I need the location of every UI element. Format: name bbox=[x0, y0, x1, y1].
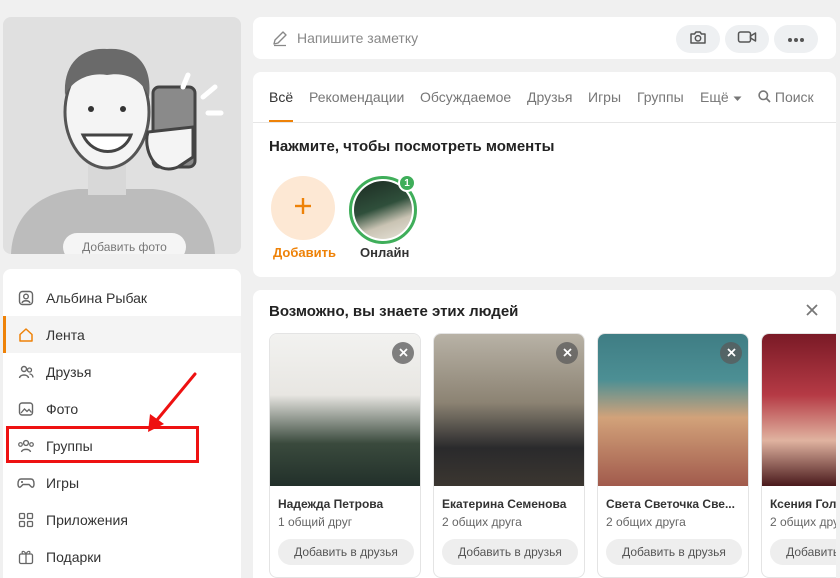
mutual-friends[interactable]: 2 общих друга bbox=[442, 515, 522, 529]
close-icon[interactable] bbox=[806, 303, 818, 321]
mutual-friends[interactable]: 2 общих друга bbox=[770, 515, 836, 529]
tab-more-label: Ещё bbox=[700, 89, 729, 105]
sidebar-item-label: Игры bbox=[46, 474, 80, 491]
tab-games[interactable]: Игры bbox=[588, 89, 621, 105]
mutual-friends[interactable]: 2 общих друга bbox=[606, 515, 686, 529]
photo-icon bbox=[17, 400, 35, 418]
sidebar-item-friends[interactable]: Друзья bbox=[3, 353, 241, 390]
sidebar-item-label: Фото bbox=[46, 400, 79, 417]
close-icon bbox=[726, 344, 736, 362]
chevron-down-icon bbox=[733, 89, 742, 105]
apps-icon bbox=[17, 511, 35, 529]
person-photo[interactable] bbox=[762, 334, 836, 486]
video-button[interactable] bbox=[725, 25, 769, 53]
camera-icon bbox=[689, 29, 707, 50]
add-friend-button[interactable]: Добавить в друзья bbox=[442, 539, 578, 565]
person-card[interactable]: Екатерина Семенова 2 общих друга Добавит… bbox=[433, 333, 585, 578]
add-photo-button[interactable]: Добавить фото bbox=[63, 233, 186, 254]
sidebar-item-label: Лента bbox=[46, 326, 85, 343]
avatar-illustration bbox=[11, 48, 224, 254]
tab-more[interactable]: Ещё bbox=[700, 89, 742, 105]
sidebar-item-gifts[interactable]: Подарки bbox=[3, 538, 241, 575]
person-name[interactable]: Света Светочка Све... bbox=[606, 497, 735, 511]
tab-friends[interactable]: Друзья bbox=[527, 89, 572, 105]
sidebar-item-label: Подарки bbox=[46, 548, 102, 565]
dismiss-button[interactable] bbox=[392, 342, 414, 364]
profile-avatar-placeholder[interactable]: Добавить фото bbox=[3, 17, 241, 254]
tab-groups[interactable]: Группы bbox=[637, 89, 684, 105]
add-moment-label[interactable]: Добавить bbox=[273, 245, 336, 260]
people-title: Возможно, вы знаете этих людей bbox=[269, 303, 519, 320]
dismiss-button[interactable] bbox=[720, 342, 742, 364]
pencil-icon bbox=[271, 29, 289, 52]
tab-discussed[interactable]: Обсуждаемое bbox=[420, 89, 511, 105]
tab-search[interactable]: Поиск bbox=[758, 89, 814, 105]
add-friend-button[interactable]: Добавить в друзья bbox=[770, 539, 836, 565]
dismiss-button[interactable] bbox=[556, 342, 578, 364]
close-icon bbox=[562, 344, 572, 362]
sidebar-item-label: Альбина Рыбак bbox=[46, 289, 148, 306]
tab-recommendations[interactable]: Рекомендации bbox=[309, 89, 404, 105]
sidebar-item-games[interactable]: Игры bbox=[3, 464, 241, 501]
person-name[interactable]: Ксения Гол... bbox=[770, 497, 836, 511]
add-friend-button[interactable]: Добавить в друзья bbox=[606, 539, 742, 565]
sidebar-item-feed[interactable]: Лента bbox=[3, 316, 241, 353]
person-name[interactable]: Надежда Петрова bbox=[278, 497, 383, 511]
person-card[interactable]: Ксения Гол... 2 общих друга Добавить в д… bbox=[761, 333, 836, 578]
plus-icon bbox=[293, 196, 313, 221]
sidebar-nav: Альбина Рыбак Лента Друзья Фото Группы И… bbox=[3, 269, 241, 578]
sidebar-item-apps[interactable]: Приложения bbox=[3, 501, 241, 538]
person-card[interactable]: Надежда Петрова 1 общий друг Добавить в … bbox=[269, 333, 421, 578]
more-button[interactable] bbox=[774, 25, 818, 53]
divider bbox=[253, 122, 836, 123]
tab-all[interactable]: Всё bbox=[269, 89, 293, 105]
online-moment-label[interactable]: Онлайн bbox=[360, 245, 409, 260]
moments-title: Нажмите, чтобы посмотреть моменты bbox=[269, 138, 555, 155]
friends-icon bbox=[17, 363, 35, 381]
person-name[interactable]: Екатерина Семенова bbox=[442, 497, 566, 511]
sidebar-item-profile[interactable]: Альбина Рыбак bbox=[3, 279, 241, 316]
user-icon bbox=[17, 289, 35, 307]
gift-icon bbox=[17, 548, 35, 566]
add-moment-button[interactable] bbox=[271, 176, 335, 240]
search-icon bbox=[758, 89, 771, 105]
close-icon bbox=[398, 344, 408, 362]
gamepad-icon bbox=[17, 474, 35, 492]
add-friend-button[interactable]: Добавить в друзья bbox=[278, 539, 414, 565]
mutual-friends[interactable]: 1 общий друг bbox=[278, 515, 352, 529]
sidebar-item-label: Приложения bbox=[46, 511, 128, 528]
sidebar-item-label: Друзья bbox=[46, 363, 92, 380]
note-composer[interactable]: Напишите заметку bbox=[253, 17, 836, 59]
tab-search-label: Поиск bbox=[774, 89, 814, 105]
annotation-arrow-icon bbox=[148, 372, 197, 432]
people-you-may-know-card: Возможно, вы знаете этих людей Надежда П… bbox=[253, 290, 836, 578]
camera-button[interactable] bbox=[676, 25, 720, 53]
note-input[interactable]: Напишите заметку bbox=[297, 30, 418, 46]
video-icon bbox=[737, 30, 757, 49]
person-card[interactable]: Света Светочка Све... 2 общих друга Доба… bbox=[597, 333, 749, 578]
more-dots-icon bbox=[787, 30, 805, 48]
sidebar-item-photo[interactable]: Фото bbox=[3, 390, 241, 427]
moment-count-badge: 1 bbox=[398, 174, 416, 192]
home-icon bbox=[17, 326, 35, 344]
feed-filter-card: Всё Рекомендации Обсуждаемое Друзья Игры… bbox=[253, 72, 836, 277]
